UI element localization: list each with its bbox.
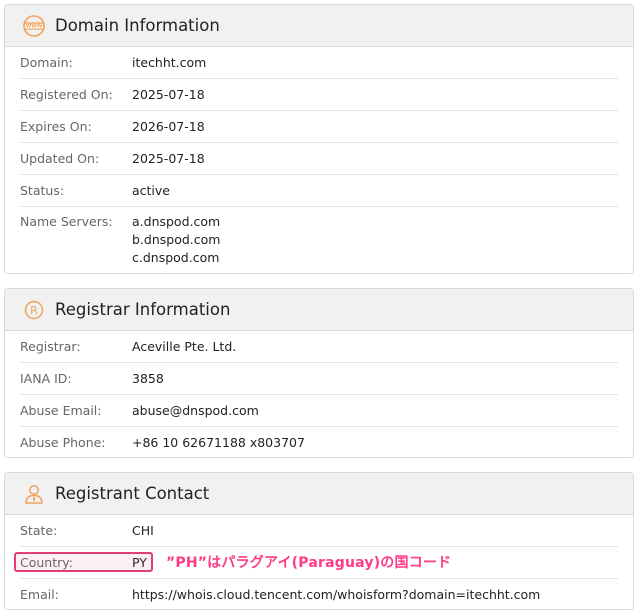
state-label: State:	[20, 522, 58, 538]
iana-id-row: IANA ID: 3858	[20, 363, 618, 395]
email-value: https://whois.cloud.tencent.com/whoisfor…	[132, 587, 541, 602]
svg-text:WWW: WWW	[26, 23, 43, 29]
country-code-annotation: ”PH”はパラグアイ(Paraguay)の国コード	[166, 555, 452, 571]
person-icon	[22, 482, 46, 506]
registered-mark-icon: R	[22, 298, 46, 322]
abuse-email-row: Abuse Email: abuse@dnspod.com	[20, 395, 618, 427]
email-label: Email:	[20, 587, 59, 602]
registrar-information-title: Registrar Information	[55, 300, 231, 319]
status-value: active	[132, 182, 170, 198]
registered-on-value: 2025-07-18	[132, 86, 205, 102]
updated-on-row: Updated On: 2025-07-18	[20, 143, 618, 175]
registrar-label: Registrar:	[20, 338, 81, 354]
domain-information-title: Domain Information	[55, 16, 220, 35]
email-row: Email: https://whois.cloud.tencent.com/w…	[20, 579, 618, 609]
registrant-contact-header: Registrant Contact	[5, 473, 633, 515]
name-servers-row: Name Servers: a.dnspod.com b.dnspod.com …	[20, 207, 618, 273]
registrar-value: Aceville Pte. Ltd.	[132, 338, 237, 354]
registrant-contact-title: Registrant Contact	[55, 484, 210, 503]
updated-on-value: 2025-07-18	[132, 150, 205, 166]
abuse-phone-row: Abuse Phone: +86 10 62671188 x803707	[20, 427, 618, 457]
expires-on-row: Expires On: 2026-07-18	[20, 111, 618, 143]
www-globe-icon: WWW	[22, 14, 46, 38]
state-row: State: CHI	[20, 515, 618, 547]
registrar-row: Registrar: Aceville Pte. Ltd.	[20, 331, 618, 363]
domain-label: Domain:	[20, 54, 73, 70]
domain-information-card: WWW Domain Information Domain: itechht.c…	[4, 4, 634, 274]
expires-on-label: Expires On:	[20, 118, 92, 134]
abuse-phone-label: Abuse Phone:	[20, 435, 106, 450]
abuse-email-label: Abuse Email:	[20, 402, 102, 418]
registrar-information-header: R Registrar Information	[5, 289, 633, 331]
name-servers-label: Name Servers:	[20, 214, 113, 229]
registered-on-label: Registered On:	[20, 86, 113, 102]
domain-row: Domain: itechht.com	[20, 47, 618, 79]
svg-text:R: R	[30, 304, 38, 317]
domain-information-header: WWW Domain Information	[5, 5, 633, 47]
updated-on-label: Updated On:	[20, 150, 100, 166]
iana-id-label: IANA ID:	[20, 370, 72, 386]
registrant-contact-card: Registrant Contact State: CHI Country: P…	[4, 472, 634, 610]
name-servers-list: a.dnspod.com b.dnspod.com c.dnspod.com	[132, 213, 220, 267]
registrar-information-card: R Registrar Information Registrar: Acevi…	[4, 288, 634, 458]
name-server-item: c.dnspod.com	[132, 250, 220, 265]
name-server-item: a.dnspod.com	[132, 214, 221, 229]
expires-on-value: 2026-07-18	[132, 118, 205, 134]
domain-value: itechht.com	[132, 54, 207, 70]
name-server-item: b.dnspod.com	[132, 232, 221, 247]
iana-id-value: 3858	[132, 370, 164, 386]
registered-on-row: Registered On: 2025-07-18	[20, 79, 618, 111]
abuse-email-value: abuse@dnspod.com	[132, 402, 259, 418]
state-value: CHI	[132, 522, 154, 538]
country-highlight-box	[14, 552, 153, 572]
status-row: Status: active	[20, 175, 618, 207]
status-label: Status:	[20, 182, 65, 198]
abuse-phone-value: +86 10 62671188 x803707	[132, 435, 305, 450]
